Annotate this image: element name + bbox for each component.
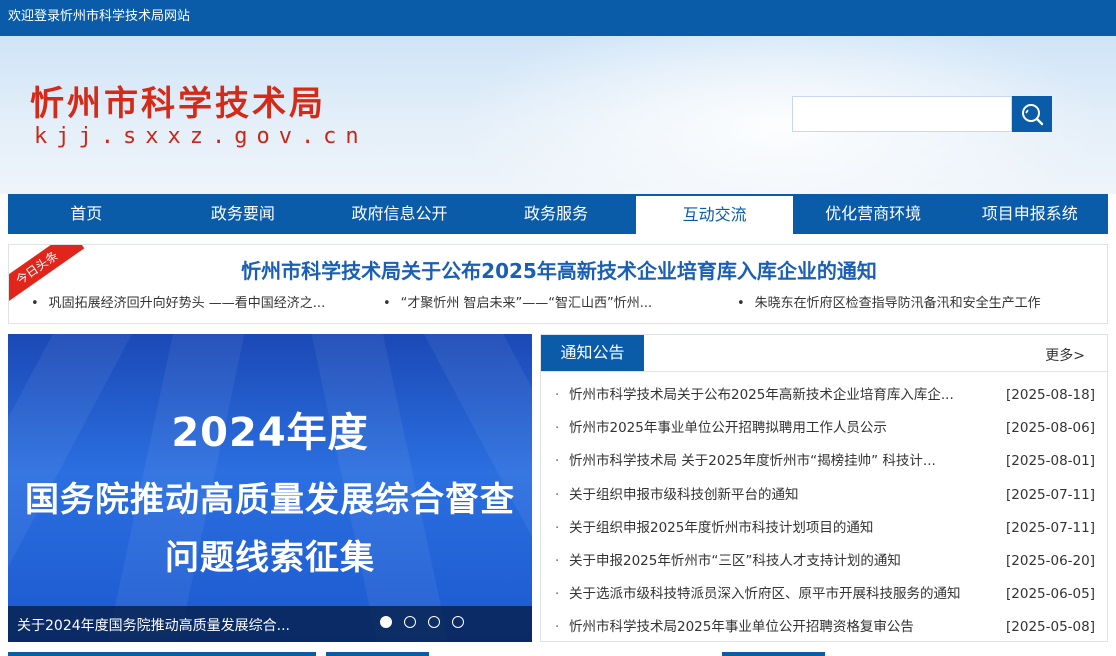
bullet-icon: · xyxy=(555,586,560,603)
slide-caption[interactable]: 关于2024年度国务院推动高质量发展综合... xyxy=(17,615,290,635)
search-icon xyxy=(1022,104,1044,126)
bullet-icon: · xyxy=(555,453,560,470)
bullet-icon: · xyxy=(555,619,560,636)
headline-box: 今日头条 忻州市科学技术局关于公布2025年高新技术企业培育库入库企业的通知 •… xyxy=(8,244,1108,324)
notice-date: [2025-06-05] xyxy=(1006,586,1095,603)
bullet-icon: • xyxy=(31,296,39,311)
notice-item[interactable]: · 忻州市科学技术局2025年事业单位公开招聘资格复审公告 [2025-05-0… xyxy=(555,611,1095,644)
headline-title[interactable]: 忻州市科学技术局关于公布2025年高新技术企业培育库入库企业的通知 xyxy=(9,255,1107,284)
notice-date: [2025-06-20] xyxy=(1006,552,1095,569)
sub-news-item[interactable]: • 巩固拓展经济回升向好势头 ——看中国经济之... xyxy=(31,292,325,311)
notice-title[interactable]: 关于组织申报2025年度忻州市科技计划项目的通知 xyxy=(569,512,989,545)
notice-title[interactable]: 忻州市科学技术局关于公布2025年高新技术企业培育库入库企... xyxy=(569,379,989,412)
site-logo-title[interactable]: 忻州市科学技术局 xyxy=(30,76,326,125)
slide-headline-line2: 问题线索征集 xyxy=(165,538,375,578)
nav-item-business-environment[interactable]: 优化营商环境 xyxy=(795,194,952,234)
nav-item-home[interactable]: 首页 xyxy=(8,194,165,234)
nav-item-info-disclosure[interactable]: 政府信息公开 xyxy=(321,194,478,234)
sub-news-item[interactable]: • 朱晓东在忻府区检查指导防汛备汛和安全生产工作 xyxy=(737,292,1041,311)
image-slider[interactable]: 2024年度 国务院推动高质量发展综合督查 问题线索征集 关于2024年度国务院… xyxy=(8,334,532,642)
bullet-icon: • xyxy=(383,296,391,311)
nav-item-project-system[interactable]: 项目申报系统 xyxy=(951,194,1108,234)
notice-item[interactable]: · 关于选派市级科技特派员深入忻府区、原平市开展科技服务的通知 [2025-06… xyxy=(555,578,1095,611)
notice-tab[interactable]: 通知公告 xyxy=(541,335,644,371)
notice-title[interactable]: 关于选派市级科技特派员深入忻府区、原平市开展科技服务的通知 xyxy=(569,578,989,611)
site-domain: kjj.sxxz.gov.cn xyxy=(34,124,368,149)
notice-item[interactable]: · 忻州市科学技术局关于公布2025年高新技术企业培育库入库企... [2025… xyxy=(555,379,1095,412)
bullet-icon: · xyxy=(555,387,560,403)
notice-date: [2025-08-18] xyxy=(1006,387,1095,403)
notice-list: · 忻州市科学技术局关于公布2025年高新技术企业培育库入库企... [2025… xyxy=(555,379,1095,645)
slide-dot[interactable] xyxy=(404,616,416,628)
search-button[interactable] xyxy=(1012,96,1052,132)
nav-item-interaction[interactable]: 互动交流 xyxy=(636,196,793,234)
notice-date: [2025-07-11] xyxy=(1006,486,1095,503)
main-nav: 首页 政务要闻 政府信息公开 政务服务 互动交流 优化营商环境 项目申报系统 xyxy=(8,194,1108,234)
more-link[interactable]: 更多> xyxy=(1045,345,1085,365)
notice-title[interactable]: 关于组织申报市级科技创新平台的通知 xyxy=(569,479,989,512)
notice-date: [2025-08-01] xyxy=(1006,453,1095,470)
notice-item[interactable]: · 忻州市2025年事业单位公开招聘拟聘用工作人员公示 [2025-08-06] xyxy=(555,412,1095,445)
bullet-icon: · xyxy=(555,486,560,503)
notice-item[interactable]: · 关于组织申报2025年度忻州市科技计划项目的通知 [2025-07-11] xyxy=(555,512,1095,545)
sub-news-text: “才聚忻州 智启未来”——“智汇山西”忻州... xyxy=(400,296,653,311)
slide-year-text: 2024年度 xyxy=(171,410,369,456)
welcome-text: 欢迎登录忻州市科学技术局网站 xyxy=(8,9,191,24)
site-header: 忻州市科学技术局 kjj.sxxz.gov.cn xyxy=(0,36,1116,194)
notice-date: [2025-08-06] xyxy=(1006,420,1095,437)
search-input[interactable] xyxy=(792,96,1012,132)
bottom-tab-strip xyxy=(326,652,429,656)
sub-news-text: 巩固拓展经济回升向好势头 ——看中国经济之... xyxy=(48,296,326,311)
notice-title[interactable]: 忻州市科学技术局 关于2025年度忻州市“揭榜挂帅” 科技计... xyxy=(569,445,989,478)
notice-title[interactable]: 忻州市科学技术局2025年事业单位公开招聘资格复审公告 xyxy=(569,611,989,644)
slide-dot[interactable] xyxy=(452,616,464,628)
nav-item-services[interactable]: 政务服务 xyxy=(478,194,635,234)
notice-item[interactable]: · 忻州市科学技术局 关于2025年度忻州市“揭榜挂帅” 科技计... [202… xyxy=(555,445,1095,478)
notice-panel: 通知公告 更多> · 忻州市科学技术局关于公布2025年高新技术企业培育库入库企… xyxy=(540,334,1108,642)
slide-dot[interactable] xyxy=(428,616,440,628)
notice-date: [2025-05-08] xyxy=(1006,619,1095,636)
notice-item[interactable]: · 关于申报2025年忻州市“三区”科技人才支持计划的通知 [2025-06-2… xyxy=(555,545,1095,578)
bullet-icon: • xyxy=(737,296,745,311)
slide-headline-line1: 国务院推动高质量发展综合督查 xyxy=(25,480,515,520)
bullet-icon: · xyxy=(555,552,560,569)
notice-item[interactable]: · 关于组织申报市级科技创新平台的通知 [2025-07-11] xyxy=(555,479,1095,512)
slide-dot[interactable] xyxy=(380,616,392,628)
slide-pagination xyxy=(380,616,464,628)
top-welcome-bar: 欢迎登录忻州市科学技术局网站 xyxy=(0,0,1116,36)
sub-news-item[interactable]: • “才聚忻州 智启未来”——“智汇山西”忻州... xyxy=(383,292,652,311)
bottom-tab-strip xyxy=(722,652,825,656)
sub-news-text: 朱晓东在忻府区检查指导防汛备汛和安全生产工作 xyxy=(754,296,1041,311)
bottom-tab-strip xyxy=(8,652,316,656)
notice-divider xyxy=(541,371,1107,372)
bullet-icon: · xyxy=(555,519,560,536)
bullet-icon: · xyxy=(555,420,560,437)
nav-item-news[interactable]: 政务要闻 xyxy=(165,194,322,234)
notice-title[interactable]: 关于申报2025年忻州市“三区”科技人才支持计划的通知 xyxy=(569,545,989,578)
notice-title[interactable]: 忻州市2025年事业单位公开招聘拟聘用工作人员公示 xyxy=(569,412,989,445)
notice-date: [2025-07-11] xyxy=(1006,519,1095,536)
